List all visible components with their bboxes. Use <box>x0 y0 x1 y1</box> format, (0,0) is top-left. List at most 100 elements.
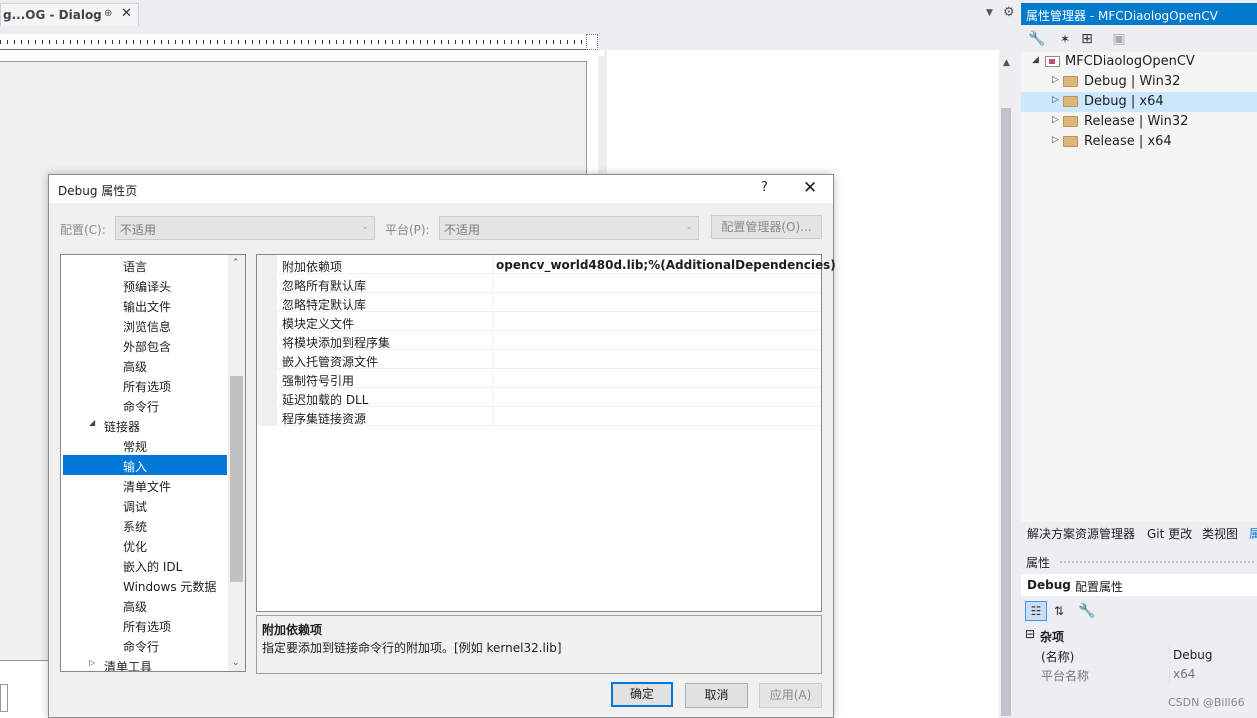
properties-window-header[interactable]: 属性 <box>1021 552 1257 572</box>
nav-item-label: Windows 元数据 <box>123 580 217 594</box>
nav-item[interactable]: 常规 <box>61 435 227 455</box>
row-gutter <box>257 331 277 350</box>
grid-key: 忽略特定默认库 <box>282 298 367 312</box>
nav-item[interactable]: 系统 <box>61 515 227 535</box>
grid-row[interactable]: 模块定义文件 <box>257 312 821 331</box>
expanded-arrow-icon[interactable]: ◢ <box>89 418 95 427</box>
apply-button[interactable]: 应用(A) <box>759 683 822 708</box>
nav-item-manifest-tool[interactable]: ▷ 清单工具 <box>61 655 227 672</box>
grid-row[interactable]: 将模块添加到程序集 <box>257 331 821 350</box>
description-text: 指定要添加到链接命令行的附加项。[例如 kernel32.lib] <box>262 641 562 655</box>
grid-row[interactable]: 嵌入托管资源文件 <box>257 350 821 369</box>
nav-item-label: 高级 <box>123 360 148 374</box>
nav-item[interactable]: 命令行 <box>61 395 227 415</box>
property-pages-wrench-icon[interactable]: 🔧 <box>1077 601 1097 621</box>
nav-item-selected[interactable]: 输入 <box>63 455 227 475</box>
nav-item[interactable]: 高级 <box>61 355 227 375</box>
property-key: 平台名称 <box>1041 669 1090 683</box>
dialog-title-bar[interactable]: Debug 属性页 ? ✕ <box>49 175 833 203</box>
nav-item[interactable]: Windows 元数据 <box>61 575 227 595</box>
nav-item[interactable]: 外部包含 <box>61 335 227 355</box>
nav-item[interactable]: 调试 <box>61 495 227 515</box>
nav-item[interactable]: 高级 <box>61 595 227 615</box>
grid-value[interactable]: opencv_world480d.lib;%(AdditionalDepende… <box>496 258 836 272</box>
expand-arrow-icon[interactable]: ▷ <box>1052 115 1059 125</box>
gear-icon[interactable]: ⚙ <box>1003 5 1015 20</box>
nav-item[interactable]: 清单文件 <box>61 475 227 495</box>
expand-arrow-icon[interactable]: ▷ <box>89 658 95 667</box>
grid-row[interactable]: 忽略所有默认库 <box>257 274 821 293</box>
nav-item-linker[interactable]: ◢ 链接器 <box>61 415 227 435</box>
tree-item-config[interactable]: ▷ Release | Win32 <box>1021 112 1257 132</box>
nav-item[interactable]: 优化 <box>61 535 227 555</box>
magic-wand-icon[interactable]: ✶ <box>1055 29 1075 49</box>
property-manager-title-bar[interactable]: 属性管理器 - MFCDiaologOpenCV <box>1021 3 1257 25</box>
tab-list-dropdown-icon[interactable]: ▼ <box>986 8 993 18</box>
platform-select[interactable]: 不适用 ⌄ <box>439 216 699 240</box>
grid-row[interactable]: 强制符号引用 <box>257 369 821 388</box>
nav-item[interactable]: 所有选项 <box>61 375 227 395</box>
scroll-thumb[interactable] <box>1001 108 1011 716</box>
alphabetical-sort-icon[interactable]: ⇅ <box>1049 601 1069 621</box>
wrench-icon[interactable]: 🔧 <box>1027 29 1047 49</box>
tree-item-label: Debug | Win32 <box>1084 74 1181 89</box>
grid-row[interactable]: 程序集链接资源 <box>257 407 821 426</box>
tree-item-project[interactable]: ◢ MFCDiaologOpenCV <box>1021 52 1257 72</box>
property-row[interactable]: (名称) Debug <box>1021 645 1257 665</box>
cancel-button[interactable]: 取消 <box>685 683 748 708</box>
tab-class-view[interactable]: 类视图 <box>1202 525 1238 542</box>
nav-item-label: 调试 <box>123 500 148 514</box>
help-button[interactable]: ? <box>761 180 768 195</box>
pin-icon[interactable]: ⊕ <box>104 8 112 19</box>
save-icon[interactable]: ▣ <box>1109 29 1129 49</box>
ok-button[interactable]: 确定 <box>611 682 673 707</box>
category-label: 杂项 <box>1040 630 1065 644</box>
drag-grip[interactable] <box>1059 560 1255 564</box>
grid-row[interactable]: 附加依赖项 opencv_world480d.lib;%(AdditionalDe… <box>257 255 836 274</box>
tree-item-config[interactable]: ▷ Release | x64 <box>1021 132 1257 152</box>
grid-row[interactable]: 延迟加载的 DLL <box>257 388 821 407</box>
nav-item[interactable]: 所有选项 <box>61 615 227 635</box>
tree-scrollbar[interactable]: ⌃ ⌄ <box>228 255 245 671</box>
close-tab-icon[interactable]: ✕ <box>121 6 132 21</box>
scroll-up-icon[interactable]: ⌃ <box>232 258 240 268</box>
editor-vertical-scrollbar[interactable]: ▲ <box>999 50 1016 718</box>
nav-item-label: 清单文件 <box>123 480 172 494</box>
grid-key: 将模块添加到程序集 <box>282 336 391 350</box>
config-manager-button[interactable]: 配置管理器(O)... <box>711 215 822 239</box>
tab-git-changes[interactable]: Git 更改 <box>1147 525 1192 542</box>
scroll-down-icon[interactable]: ⌄ <box>232 658 240 668</box>
config-select[interactable]: 不适用 ⌄ <box>115 216 375 240</box>
expand-arrow-icon[interactable]: ▷ <box>1052 95 1059 105</box>
row-gutter <box>257 407 277 426</box>
expand-arrow-icon[interactable]: ▷ <box>1052 75 1059 85</box>
grid-row[interactable]: 忽略特定默认库 <box>257 293 821 312</box>
tab-property-manager[interactable]: 属 <box>1249 525 1257 542</box>
close-button[interactable]: ✕ <box>803 178 817 198</box>
nav-item[interactable]: 命令行 <box>61 635 227 655</box>
document-tab[interactable]: g...OG - Dialog ⊕ ✕ <box>0 3 139 26</box>
property-row[interactable]: 平台名称 x64 <box>1021 664 1257 684</box>
nav-item-label: 清单工具 <box>104 660 153 672</box>
collapse-box-icon[interactable]: ⊟ <box>1025 627 1035 641</box>
platform-label: 平台(P): <box>385 223 430 237</box>
column-divider <box>492 312 493 331</box>
tab-solution-explorer[interactable]: 解决方案资源管理器 <box>1027 525 1135 542</box>
tree-item-config-selected[interactable]: ▷ Debug | x64 <box>1021 92 1257 112</box>
add-existing-sheet-icon[interactable]: ⊞ <box>1077 29 1097 49</box>
collapse-arrow-icon[interactable]: ◢ <box>1032 55 1039 65</box>
nav-item-label: 浏览信息 <box>123 320 172 334</box>
scroll-thumb[interactable] <box>230 376 243 582</box>
property-manager-toolbar: 🔧 ✶ ⊞ ▣ <box>1021 29 1257 51</box>
nav-item[interactable]: 语言 <box>61 255 227 275</box>
nav-item[interactable]: 输出文件 <box>61 295 227 315</box>
nav-item[interactable]: 嵌入的 IDL <box>61 555 227 575</box>
tree-item-config[interactable]: ▷ Debug | Win32 <box>1021 72 1257 92</box>
nav-item[interactable]: 浏览信息 <box>61 315 227 335</box>
category-row[interactable]: ⊟ 杂项 <box>1021 626 1257 644</box>
scroll-up-icon[interactable]: ▲ <box>1003 58 1010 68</box>
expand-arrow-icon[interactable]: ▷ <box>1052 135 1059 145</box>
properties-object-selector[interactable]: Debug 配置属性 <box>1021 574 1257 596</box>
nav-item[interactable]: 预编译头 <box>61 275 227 295</box>
nav-item-label: 嵌入的 IDL <box>123 560 183 574</box>
